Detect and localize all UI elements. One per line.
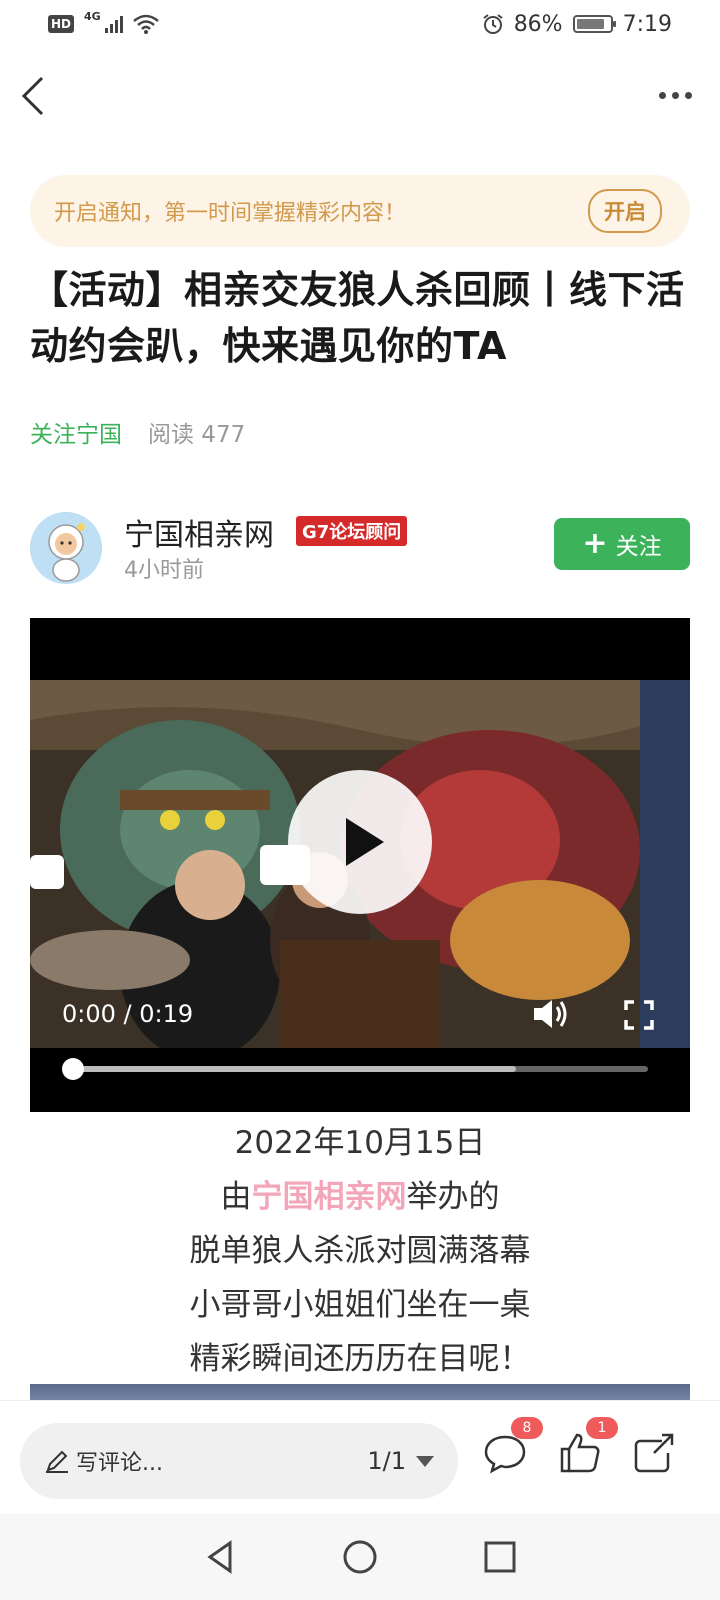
status-bar: HD 4G 86% 7:19 xyxy=(0,0,720,48)
follow-button-label: 关注 xyxy=(615,534,662,560)
status-left: HD 4G xyxy=(48,10,159,34)
share-button[interactable] xyxy=(632,1431,680,1479)
video-buffer xyxy=(72,1066,516,1072)
back-arrow-icon xyxy=(21,76,44,116)
video-player[interactable]: 0:00 / 0:19 xyxy=(30,618,690,1112)
author-badge: G7论坛顾问 xyxy=(296,516,408,546)
notification-text: 开启通知，第一时间掌握精彩内容！ xyxy=(54,201,407,226)
body-line: 小哥哥小姐姐们坐在一桌 xyxy=(189,1287,531,1323)
enable-notification-button[interactable]: 开启 xyxy=(588,189,662,233)
video-progress-bar[interactable] xyxy=(62,1058,648,1080)
more-options-button[interactable] xyxy=(650,80,700,110)
nav-back-icon[interactable] xyxy=(200,1537,240,1577)
body-text-fragment: 由 xyxy=(220,1179,252,1215)
pencil-icon xyxy=(46,1450,68,1473)
status-right: 86% 7:19 xyxy=(482,12,672,37)
astronaut-avatar-icon xyxy=(30,512,102,584)
system-navigation-bar xyxy=(0,1514,720,1600)
back-button[interactable] xyxy=(12,70,62,120)
page-indicator[interactable]: 1/1 xyxy=(367,1447,406,1475)
read-count: 阅读 477 xyxy=(148,422,246,448)
highlight-text: 宁国相亲网 xyxy=(251,1179,407,1215)
video-progress-thumb[interactable] xyxy=(62,1058,84,1080)
play-button[interactable] xyxy=(288,770,432,914)
follow-channel-link[interactable]: 关注宁国 xyxy=(30,415,122,449)
comment-input[interactable]: 写评论... 1/1 xyxy=(20,1423,458,1499)
body-line: 由宁国相亲网举办的 xyxy=(30,1170,690,1224)
comments-button[interactable]: 8 xyxy=(483,1417,543,1479)
body-text-fragment: 举办的 xyxy=(406,1179,500,1215)
article-body: 2022年10月15日 由宁国相亲网举办的 脱单狼人杀派对圆满落幕 小哥哥小姐姐… xyxy=(30,1116,690,1386)
clock: 7:19 xyxy=(622,11,672,37)
notification-banner: 开启通知，第一时间掌握精彩内容！ 开启 xyxy=(30,175,690,247)
dot-icon xyxy=(671,91,679,99)
like-button[interactable]: 1 xyxy=(558,1417,618,1479)
article-title: 【活动】相亲交友狼人杀回顾丨线下活动约会趴，快来遇见你的TA xyxy=(30,268,685,368)
body-line: 脱单狼人杀派对圆满落幕 xyxy=(189,1233,531,1269)
fullscreen-icon[interactable] xyxy=(624,1000,654,1030)
share-icon xyxy=(634,1433,674,1473)
dot-icon xyxy=(684,91,692,99)
body-line: 精彩瞬间还历历在目呢！ xyxy=(189,1341,531,1377)
article-meta: 关注宁国 阅读 477 xyxy=(30,415,245,449)
volume-icon[interactable] xyxy=(530,996,570,1032)
wifi-icon xyxy=(132,14,159,34)
nav-recents-icon[interactable] xyxy=(480,1537,520,1577)
dot-icon xyxy=(658,91,666,99)
avatar[interactable] xyxy=(30,512,102,584)
chevron-down-icon[interactable] xyxy=(416,1455,434,1467)
signal-icon xyxy=(104,15,123,33)
author-name[interactable]: 宁国相亲网 xyxy=(124,510,274,554)
plus-icon: + xyxy=(582,526,608,561)
like-count-badge: 1 xyxy=(586,1417,618,1439)
battery-percent: 86% xyxy=(513,11,563,37)
network-type: 4G xyxy=(84,9,101,23)
comment-count-badge: 8 xyxy=(511,1417,543,1439)
body-line: 2022年10月15日 xyxy=(234,1125,486,1161)
nav-bar xyxy=(0,58,720,138)
bottom-action-bar: 写评论... 1/1 8 1 xyxy=(0,1400,720,1514)
follow-button[interactable]: + 关注 xyxy=(554,518,690,570)
alarm-icon xyxy=(483,14,503,34)
post-time: 4小时前 xyxy=(124,558,204,583)
hd-icon: HD xyxy=(48,15,75,33)
author-row: 宁国相亲网 G7论坛顾问 4小时前 + 关注 xyxy=(30,510,690,586)
video-time: 0:00 / 0:19 xyxy=(62,1000,194,1028)
nav-home-icon[interactable] xyxy=(340,1537,380,1577)
battery-icon xyxy=(572,15,616,33)
comment-placeholder: 写评论... xyxy=(76,1451,163,1476)
